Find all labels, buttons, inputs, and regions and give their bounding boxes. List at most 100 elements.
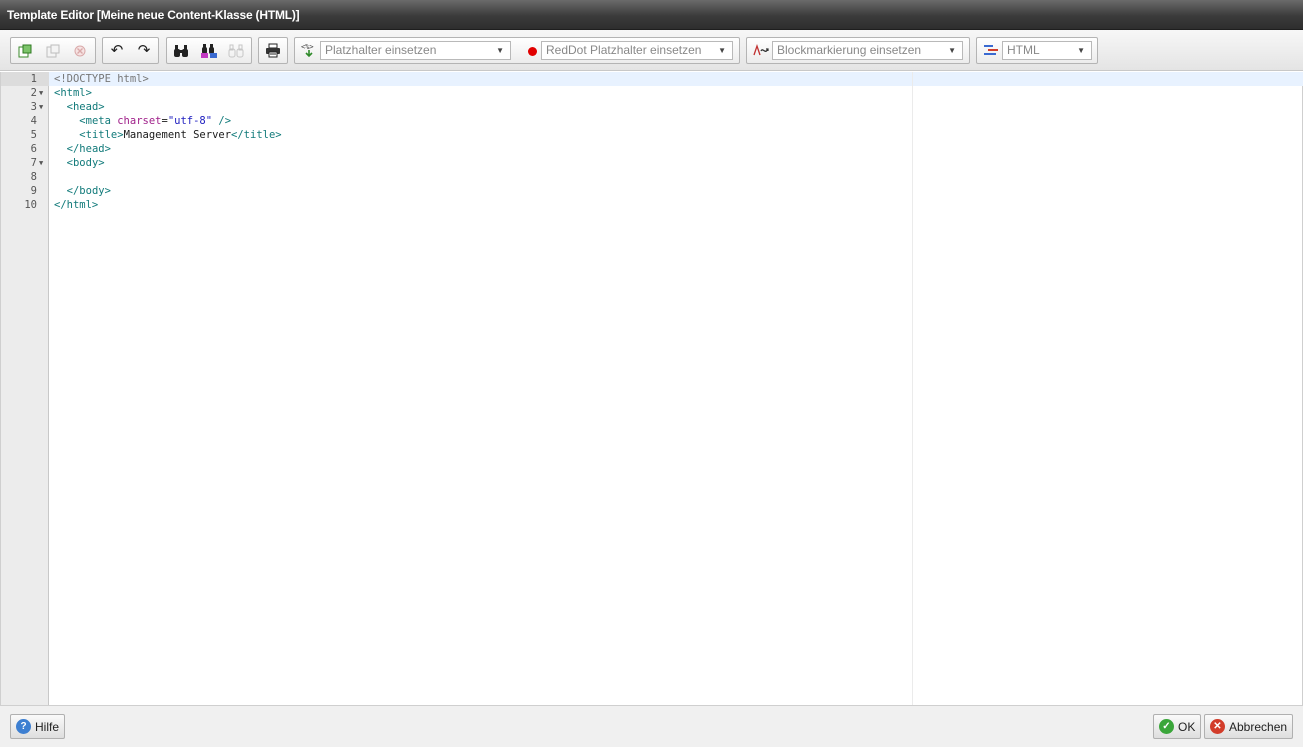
code-token: "utf-8" xyxy=(167,115,213,127)
search-button-group xyxy=(166,37,252,64)
file-button-group xyxy=(10,37,96,64)
code-line[interactable]: 8 xyxy=(1,170,1302,184)
print-icon xyxy=(266,43,280,58)
placeholder-select-value: Platzhalter einsetzen xyxy=(325,43,437,57)
reddot-placeholder-select[interactable]: RedDot Platzhalter einsetzen ▼ xyxy=(541,41,733,60)
print-button-group xyxy=(258,37,288,64)
cancel-label: Abbrechen xyxy=(1229,719,1288,734)
code-line[interactable]: 1 <!DOCTYPE html> xyxy=(1,72,1302,86)
insert-group: <%> Platzhalter einsetzen ▼ RedDot Platz… xyxy=(294,37,740,64)
code-text: <head> xyxy=(54,100,105,114)
reddot-icon xyxy=(528,47,537,56)
chevron-down-icon: ▼ xyxy=(948,46,956,55)
code-token: </body> xyxy=(66,185,111,197)
mode-group: HTML ▼ xyxy=(976,37,1098,64)
syntax-mode-value: HTML xyxy=(1007,43,1040,57)
syntax-mode-icon xyxy=(984,44,999,60)
line-number: 6 xyxy=(30,143,37,155)
line-number: 1 xyxy=(30,73,37,85)
code-text: <title>Management Server</title> xyxy=(54,128,282,142)
code-token: <html> xyxy=(54,87,92,99)
code-line[interactable]: 9 </body> xyxy=(1,184,1302,198)
block-marker-icon xyxy=(753,43,771,60)
code-line[interactable]: 4 <meta charset="utf-8" /> xyxy=(1,114,1302,128)
find-next-button[interactable] xyxy=(225,40,247,61)
code-token: <body> xyxy=(66,157,105,169)
new-icon xyxy=(18,44,32,57)
code-line[interactable]: 6 </head> xyxy=(1,142,1302,156)
line-number: 8 xyxy=(30,171,37,183)
code-token: <title> xyxy=(79,129,124,141)
line-number: 7 xyxy=(30,157,37,169)
dialog-footer: ? Hilfe ✓ OK ✕ Abbrechen xyxy=(0,705,1303,747)
code-line[interactable]: 7 ▼ <body> xyxy=(1,156,1302,170)
find-icon xyxy=(174,44,188,57)
cancel-icon: ✕ xyxy=(1210,719,1225,734)
code-token: </head> xyxy=(66,143,111,155)
cancel-button[interactable]: ✕ Abbrechen xyxy=(1204,714,1294,739)
find-button[interactable] xyxy=(170,40,192,61)
line-number: 3 xyxy=(30,101,37,113)
copy-icon xyxy=(46,44,60,57)
code-line[interactable]: 3 ▼ <head> xyxy=(1,100,1302,114)
code-line[interactable]: 2 ▼ <html> xyxy=(1,86,1302,100)
line-number: 4 xyxy=(30,115,37,127)
chevron-down-icon: ▼ xyxy=(496,46,504,55)
code-text: <!DOCTYPE html> xyxy=(54,72,149,86)
code-token: charset xyxy=(117,115,162,127)
code-line[interactable]: 5 <title>Management Server</title> xyxy=(1,128,1302,142)
help-icon: ? xyxy=(16,719,31,734)
fold-toggle-icon[interactable]: ▼ xyxy=(39,156,43,170)
code-text: <html> xyxy=(54,86,92,100)
copy-button[interactable] xyxy=(42,40,64,61)
new-button[interactable] xyxy=(14,40,36,61)
fold-toggle-icon[interactable]: ▼ xyxy=(39,100,43,114)
fold-toggle-icon[interactable]: ▼ xyxy=(39,86,43,100)
code-token: </title> xyxy=(231,129,282,141)
delete-button[interactable] xyxy=(69,40,91,61)
placeholder-insert-icon: <%> xyxy=(301,42,317,61)
line-number: 5 xyxy=(30,129,37,141)
redo-button[interactable]: ↷ xyxy=(133,40,155,61)
block-group: Blockmarkierung einsetzen ▼ xyxy=(746,37,970,64)
window-title: Template Editor [Meine neue Content-Klas… xyxy=(7,8,300,22)
code-token: <!DOCTYPE html> xyxy=(54,73,149,85)
print-button[interactable] xyxy=(262,40,284,61)
check-icon: ✓ xyxy=(1159,719,1174,734)
help-label: Hilfe xyxy=(35,719,60,734)
replace-button[interactable] xyxy=(198,40,220,61)
toolbar: ↶ ↷ <%> Platzhalter einsetzen ▼ RedDot P… xyxy=(0,30,1303,71)
delete-icon xyxy=(74,45,86,56)
find-next-icon xyxy=(228,44,244,57)
syntax-mode-select[interactable]: HTML ▼ xyxy=(1002,41,1092,60)
code-text: </body> xyxy=(54,184,111,198)
block-marker-select[interactable]: Blockmarkierung einsetzen ▼ xyxy=(772,41,963,60)
chevron-down-icon: ▼ xyxy=(1077,46,1085,55)
reddot-select-value: RedDot Platzhalter einsetzen xyxy=(546,43,702,57)
code-token: <meta xyxy=(79,115,118,127)
ok-label: OK xyxy=(1178,719,1196,734)
code-token: </html> xyxy=(54,199,99,211)
code-text: <body> xyxy=(54,156,105,170)
block-select-value: Blockmarkierung einsetzen xyxy=(777,43,922,57)
code-token: <head> xyxy=(66,101,105,113)
code-token: Management Server xyxy=(123,129,232,141)
code-text: </head> xyxy=(54,142,111,156)
line-number: 10 xyxy=(24,199,37,211)
help-button[interactable]: ? Hilfe xyxy=(10,714,66,739)
placeholder-select[interactable]: Platzhalter einsetzen ▼ xyxy=(320,41,511,60)
undo-button[interactable]: ↶ xyxy=(106,40,128,61)
svg-text:<%>: <%> xyxy=(301,43,314,51)
redo-icon: ↷ xyxy=(137,42,151,59)
code-editor[interactable]: 1 <!DOCTYPE html> 2 ▼ <html> 3 ▼ <head> 4 <meta… xyxy=(0,72,1303,705)
line-number: 9 xyxy=(30,185,37,197)
chevron-down-icon: ▼ xyxy=(718,46,726,55)
ok-button[interactable]: ✓ OK xyxy=(1153,714,1202,739)
code-line[interactable]: 10 </html> xyxy=(1,198,1302,212)
history-button-group: ↶ ↷ xyxy=(102,37,159,64)
